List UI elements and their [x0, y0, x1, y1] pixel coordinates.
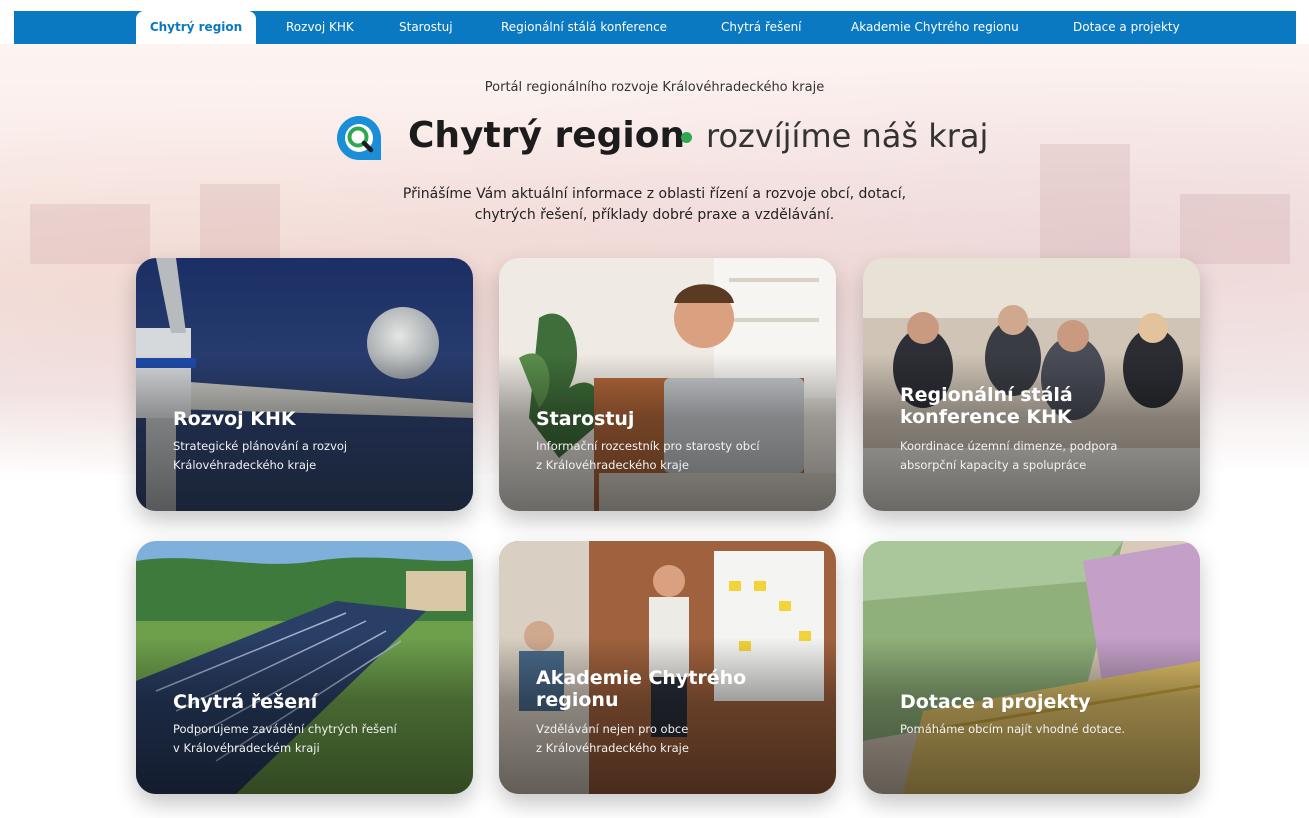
card-description-line: Informační rozcestník pro starosty obcí	[536, 439, 760, 453]
nav-item-regionalni-stala-konference[interactable]: Regionální stálá konference	[501, 11, 667, 44]
card-description: Pomáháme obcím najít vhodné dotace.	[900, 720, 1182, 739]
nav-item-chytry-region[interactable]: Chytrý region	[136, 11, 256, 44]
card-title: Akademie Chytrého regionu	[536, 667, 816, 711]
card-description: Koordinace územní dimenze, podpora absor…	[900, 437, 1182, 475]
card-description-line: Vzdělávání nejen pro obce	[536, 722, 689, 736]
card-description: Strategické plánování a rozvoj Královéhr…	[173, 437, 455, 475]
card-title-line: Dotace a projekty	[900, 691, 1091, 713]
card-shade	[499, 637, 836, 794]
card-title-line: konference KHK	[900, 406, 1072, 428]
card-title: Dotace a projekty	[900, 691, 1180, 713]
card-title-line: Akademie Chytrého	[536, 667, 747, 689]
brand-tagline: rozvíjíme náš kraj	[706, 117, 989, 155]
card-description-line: z Královéhradeckého kraje	[536, 458, 689, 472]
chytry-region-logo-icon[interactable]	[334, 113, 384, 163]
nav-item-akademie[interactable]: Akademie Chytrého regionu	[851, 11, 1019, 44]
card-title: Regionální stálá konference KHK	[900, 384, 1180, 428]
card-title-line: regionu	[536, 689, 619, 711]
card-rozvoj-khk[interactable]: Rozvoj KHK Strategické plánování a rozvo…	[136, 258, 473, 511]
card-akademie-chytreho-regionu[interactable]: Akademie Chytrého regionu Vzdělávání nej…	[499, 541, 836, 794]
card-description-line: Koordinace územní dimenze, podpora	[900, 439, 1118, 453]
card-description-line: Královéhradeckého kraje	[173, 458, 317, 472]
card-shade	[863, 637, 1200, 794]
card-title-line: Starostuj	[536, 408, 635, 430]
card-description: Podporujeme zavádění chytrých řešení v K…	[173, 720, 455, 758]
nav-item-dotace-a-projekty[interactable]: Dotace a projekty	[1073, 11, 1180, 44]
portal-subtitle: Portál regionálního rozvoje Královéhrade…	[484, 80, 825, 95]
card-description-line: absorpční kapacity a spolupráce	[900, 458, 1087, 472]
card-shade	[136, 637, 473, 794]
card-title: Chytrá řešení	[173, 691, 453, 713]
card-title-line: Chytrá řešení	[173, 691, 318, 713]
card-title-line: Regionální stálá	[900, 384, 1073, 406]
card-shade	[863, 354, 1200, 511]
card-shade	[499, 354, 836, 511]
card-dotace-a-projekty[interactable]: Dotace a projekty Pomáháme obcím najít v…	[863, 541, 1200, 794]
card-description: Informační rozcestník pro starosty obcí …	[536, 437, 818, 475]
nav-item-starostuj[interactable]: Starostuj	[399, 11, 453, 44]
card-shade	[136, 354, 473, 511]
card-description-line: Pomáháme obcím najít vhodné dotace.	[900, 722, 1126, 736]
top-navigation: Chytrý region Rozvoj KHK Starostuj Regio…	[14, 11, 1296, 44]
intro-line: chytrých řešení, příklady dobré praxe a …	[474, 207, 835, 223]
card-regionalni-stala-konference[interactable]: Regionální stálá konference KHK Koordina…	[863, 258, 1200, 511]
card-title: Rozvoj KHK	[173, 408, 453, 430]
brand-separator-dot	[681, 132, 692, 143]
card-description-line: z Královéhradeckého kraje	[536, 741, 689, 755]
nav-item-rozvoj-khk[interactable]: Rozvoj KHK	[286, 11, 354, 44]
card-title-line: Rozvoj KHK	[173, 408, 296, 430]
brand-title: Chytrý region	[408, 115, 686, 156]
intro-text: Přinášíme Vám aktuální informace z oblas…	[0, 184, 1309, 226]
card-description-line: Podporujeme zavádění chytrých řešení	[173, 722, 397, 736]
intro-line: Přinášíme Vám aktuální informace z oblas…	[402, 186, 907, 202]
card-title: Starostuj	[536, 408, 816, 430]
card-description-line: v Královéhradeckém kraji	[173, 741, 320, 755]
card-description-line: Strategické plánování a rozvoj	[173, 439, 348, 453]
card-description: Vzdělávání nejen pro obce z Královéhrade…	[536, 720, 818, 758]
card-chytra-reseni[interactable]: Chytrá řešení Podporujeme zavádění chytr…	[136, 541, 473, 794]
nav-item-chytra-reseni[interactable]: Chytrá řešení	[721, 11, 802, 44]
card-starostuj[interactable]: Starostuj Informační rozcestník pro star…	[499, 258, 836, 511]
